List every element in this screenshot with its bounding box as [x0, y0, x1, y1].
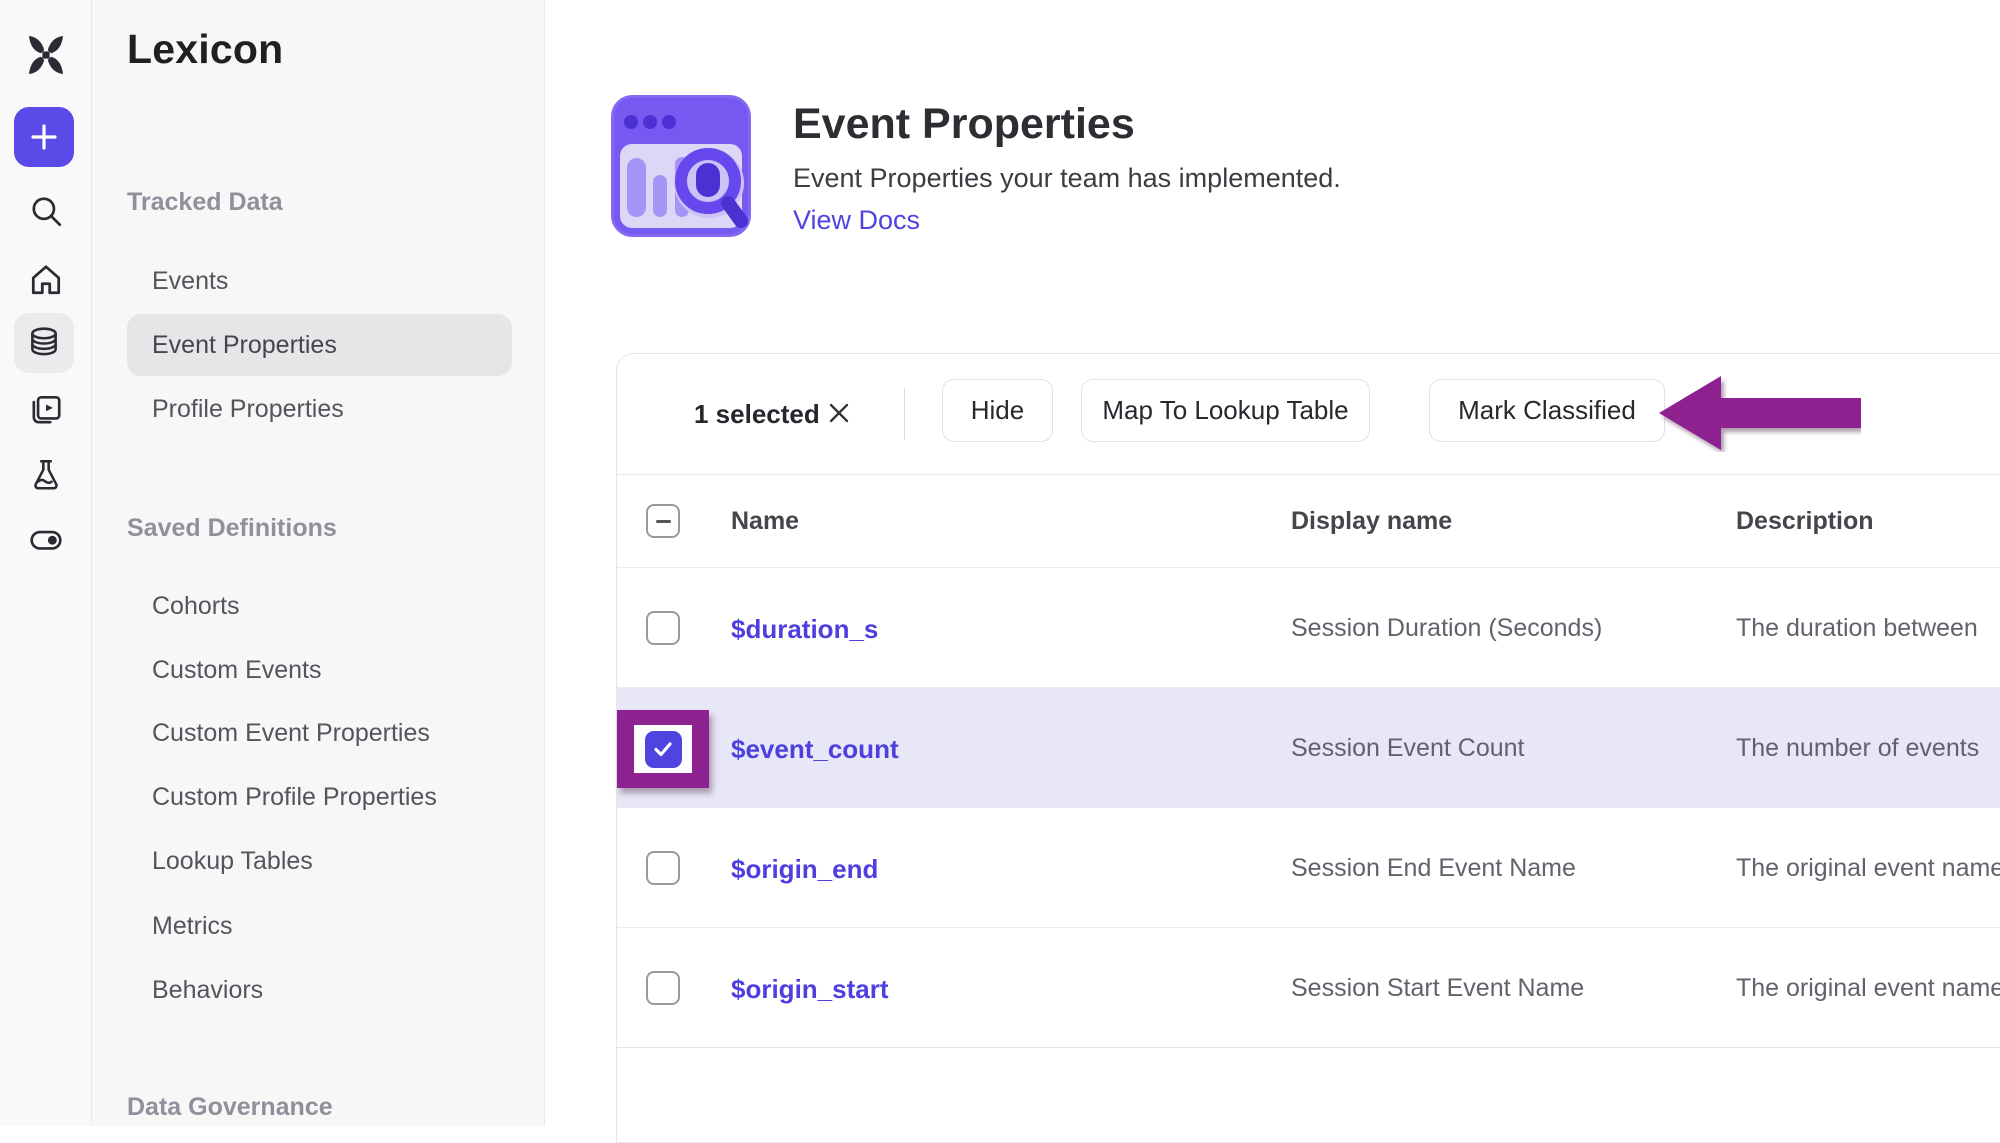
home-icon[interactable]	[28, 262, 64, 298]
mixpanel-logo-icon[interactable]	[22, 31, 70, 79]
sidebar-item-behaviors[interactable]: Behaviors	[152, 976, 263, 1005]
row-checkbox[interactable]	[646, 851, 680, 885]
session-replay-icon[interactable]	[28, 392, 64, 428]
icon-rail	[0, 0, 92, 1126]
page-subtitle: Event Properties your team has implement…	[793, 163, 1341, 194]
property-name-link[interactable]: $duration_s	[731, 614, 878, 645]
row-checkbox-checked[interactable]	[645, 731, 682, 768]
event-properties-table-panel: 1 selected Hide Map To Lookup Table Mark…	[616, 353, 2000, 1143]
property-name-link[interactable]: $event_count	[731, 734, 899, 765]
column-header-description[interactable]: Description	[1736, 507, 1874, 536]
display-name-cell: Session Event Count	[1291, 734, 1524, 763]
section-heading-data-governance: Data Governance	[127, 1093, 333, 1122]
sidebar-title: Lexicon	[127, 26, 283, 73]
description-cell: The original event name	[1736, 854, 2000, 883]
sidebar-item-custom-event-properties[interactable]: Custom Event Properties	[152, 719, 430, 748]
section-heading-saved-definitions: Saved Definitions	[127, 514, 337, 543]
sidebar-item-label: Event Properties	[152, 331, 337, 360]
sidebar-item-metrics[interactable]: Metrics	[152, 912, 233, 941]
display-name-cell: Session End Event Name	[1291, 854, 1576, 883]
sidebar-item-event-properties[interactable]: Event Properties	[127, 314, 512, 376]
description-cell: The duration between	[1736, 614, 1978, 643]
clear-selection-close-icon[interactable]	[827, 401, 851, 425]
table-row[interactable]: $origin_end Session End Event Name The o…	[617, 808, 2000, 928]
sidebar-item-custom-profile-properties[interactable]: Custom Profile Properties	[152, 783, 437, 812]
column-header-display-name[interactable]: Display name	[1291, 507, 1452, 536]
description-cell: The number of events	[1736, 734, 1979, 763]
toolbar-divider	[904, 388, 905, 440]
row-checkbox[interactable]	[646, 971, 680, 1005]
map-to-lookup-table-button[interactable]: Map To Lookup Table	[1081, 379, 1370, 442]
checkbox-highlight-inner	[634, 725, 692, 773]
checkmark-icon	[652, 738, 674, 760]
section-heading-tracked-data: Tracked Data	[127, 188, 283, 217]
sidebar-item-profile-properties[interactable]: Profile Properties	[152, 395, 344, 424]
table-row[interactable]: $duration_s Session Duration (Seconds) T…	[617, 568, 2000, 688]
table-row[interactable]: $origin_start Session Start Event Name T…	[617, 928, 2000, 1048]
sidebar-item-lookup-tables[interactable]: Lookup Tables	[152, 847, 313, 876]
property-name-link[interactable]: $origin_end	[731, 854, 878, 885]
feature-flags-toggle-icon[interactable]	[28, 522, 64, 558]
indeterminate-minus-icon	[656, 520, 671, 523]
hide-button[interactable]: Hide	[942, 379, 1053, 442]
display-name-cell: Session Start Event Name	[1291, 974, 1584, 1003]
sidebar-item-events[interactable]: Events	[152, 267, 228, 296]
sidebar-item-custom-events[interactable]: Custom Events	[152, 656, 322, 685]
experiments-flask-icon[interactable]	[28, 457, 64, 493]
checkbox-highlight-annotation	[617, 710, 709, 788]
data-management-active-pill[interactable]	[14, 313, 74, 373]
table-row-selected[interactable]: $event_count Session Event Count The num…	[617, 688, 2000, 808]
mark-classified-button[interactable]: Mark Classified	[1429, 379, 1665, 442]
lexicon-sidebar: Lexicon Tracked Data Events Event Proper…	[92, 0, 545, 1126]
sidebar-item-cohorts[interactable]: Cohorts	[152, 592, 240, 621]
selection-count-label: 1 selected	[694, 399, 820, 430]
event-properties-app-icon	[611, 95, 751, 242]
property-name-link[interactable]: $origin_start	[731, 974, 889, 1005]
selection-toolbar: 1 selected Hide Map To Lookup Table Mark…	[617, 354, 2000, 475]
table-header-row: Name Display name Description	[617, 475, 2000, 568]
database-icon	[26, 325, 62, 361]
view-docs-link[interactable]: View Docs	[793, 205, 920, 236]
plus-icon	[29, 122, 59, 152]
page-title: Event Properties	[793, 100, 1135, 149]
display-name-cell: Session Duration (Seconds)	[1291, 614, 1602, 643]
create-plus-button[interactable]	[14, 107, 74, 167]
row-checkbox[interactable]	[646, 611, 680, 645]
select-all-checkbox-indeterminate[interactable]	[646, 504, 680, 538]
column-header-name[interactable]: Name	[731, 507, 799, 536]
description-cell: The original event name	[1736, 974, 2000, 1003]
search-icon[interactable]	[28, 194, 64, 230]
